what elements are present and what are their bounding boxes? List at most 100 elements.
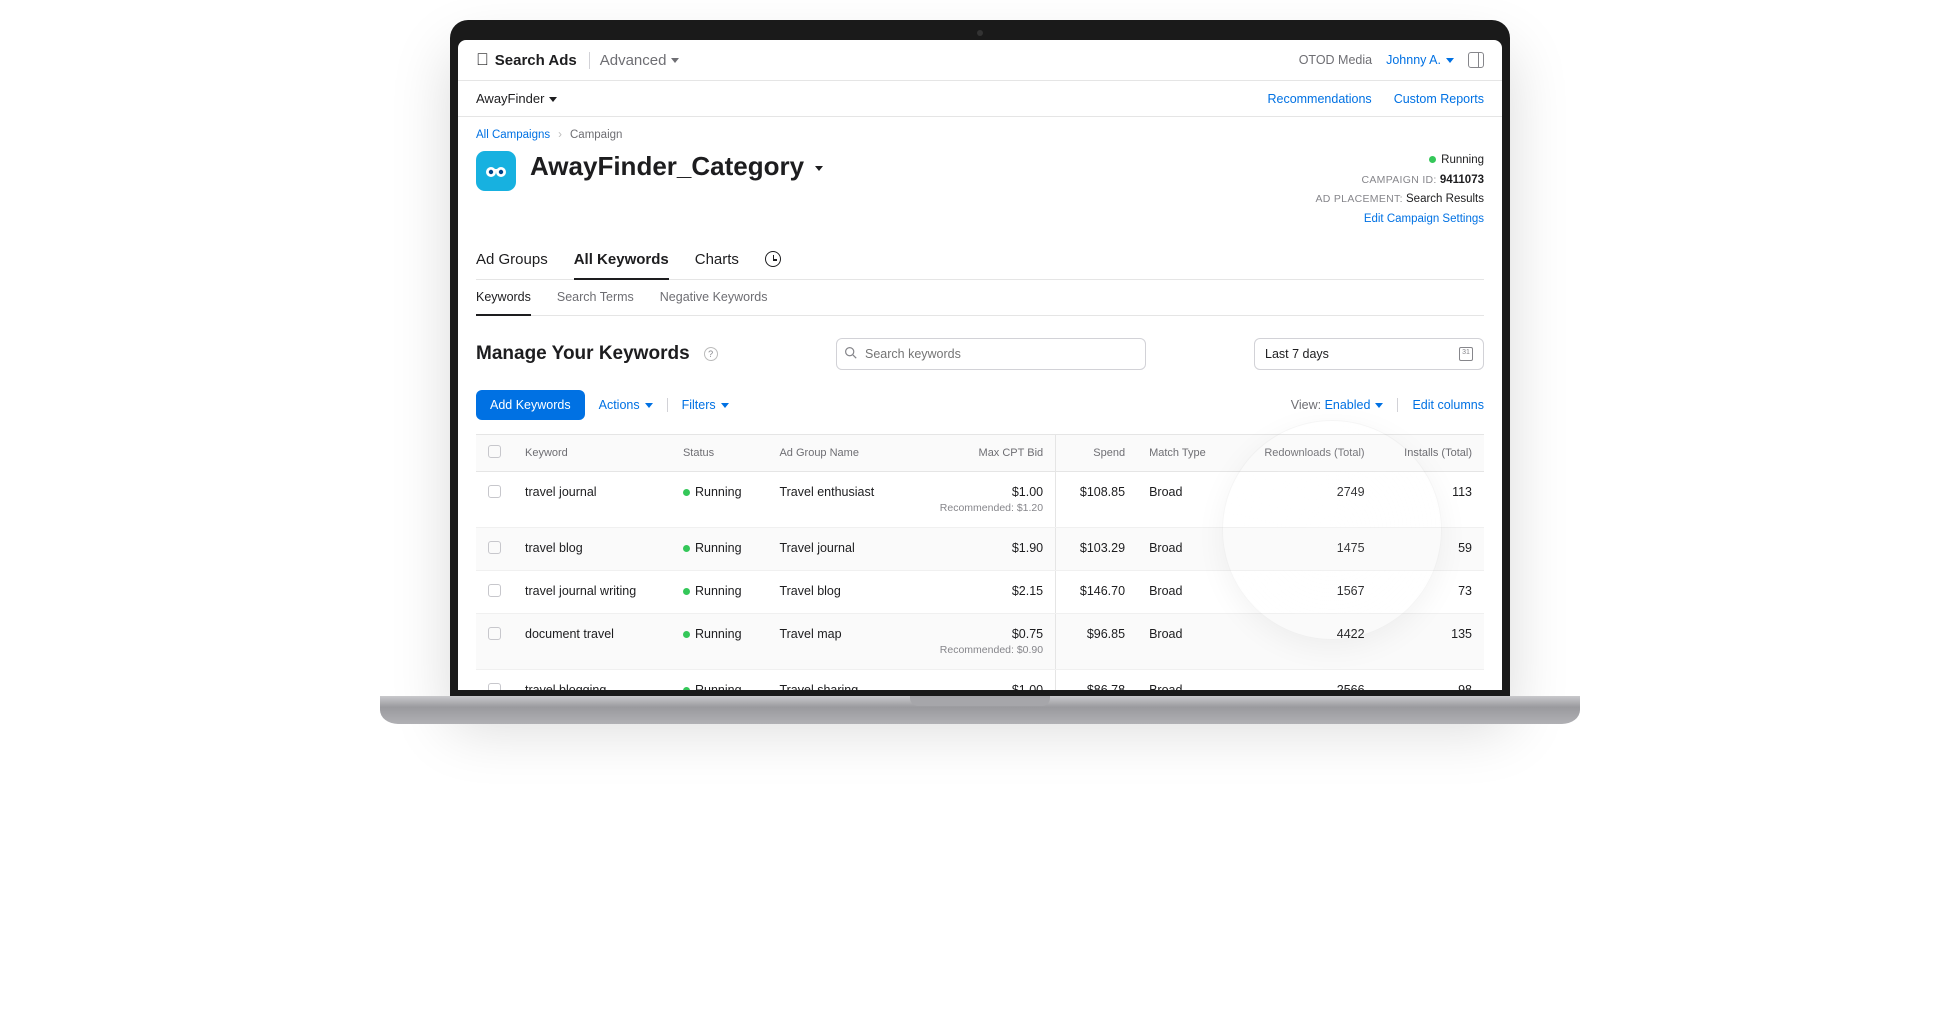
cell-keyword[interactable]: travel blog — [513, 528, 671, 571]
cell-maxcpt[interactable]: $1.00Recommended: $1.20 — [906, 472, 1055, 528]
filters-dropdown[interactable]: Filters — [682, 398, 729, 412]
cell-installs: 135 — [1377, 614, 1484, 670]
col-spend[interactable]: Spend — [1056, 435, 1137, 472]
cell-spend: $108.85 — [1056, 472, 1137, 528]
campaign-id: 9411073 — [1440, 174, 1484, 186]
app-icon — [476, 151, 516, 191]
row-checkbox[interactable] — [488, 683, 501, 690]
view-label: View: — [1291, 398, 1321, 412]
row-checkbox[interactable] — [488, 627, 501, 640]
cell-redownloads: 4422 — [1231, 614, 1376, 670]
section-title: Manage Your Keywords — [476, 343, 690, 365]
table-row: document travelRunningTravel map$0.75Rec… — [476, 614, 1484, 670]
recommended-bid: Recommended: $0.90 — [918, 644, 1043, 656]
cell-adgroup[interactable]: Travel enthusiast — [767, 472, 906, 528]
row-checkbox[interactable] — [488, 485, 501, 498]
add-keywords-button[interactable]: Add Keywords — [476, 390, 585, 420]
laptop-base — [380, 696, 1580, 724]
cell-spend: $86.78 — [1056, 670, 1137, 690]
cell-spend: $96.85 — [1056, 614, 1137, 670]
col-match[interactable]: Match Type — [1137, 435, 1231, 472]
table-row: travel bloggingRunningTravel sharing$1.0… — [476, 670, 1484, 690]
campaign-status: Running — [1441, 154, 1484, 166]
col-redownloads[interactable]: Redownloads (Total) — [1231, 435, 1376, 472]
cell-adgroup[interactable]: Travel blog — [767, 571, 906, 614]
org-name: OTOD Media — [1299, 53, 1372, 67]
help-icon[interactable]: ? — [704, 347, 718, 361]
col-adgroup[interactable]: Ad Group Name — [767, 435, 906, 472]
row-checkbox[interactable] — [488, 541, 501, 554]
cell-status: Running — [671, 670, 768, 690]
cell-maxcpt[interactable]: $1.90 — [906, 528, 1055, 571]
tab-all-keywords[interactable]: All Keywords — [574, 241, 669, 280]
campaign-id-label: CAMPAIGN ID: — [1361, 174, 1436, 186]
cell-maxcpt[interactable]: $2.15 — [906, 571, 1055, 614]
tab-ad-groups[interactable]: Ad Groups — [476, 241, 548, 279]
breadcrumb-all-campaigns[interactable]: All Campaigns — [476, 129, 550, 141]
edit-campaign-link[interactable]: Edit Campaign Settings — [1315, 210, 1484, 230]
col-installs[interactable]: Installs (Total) — [1377, 435, 1484, 472]
placement-value: Search Results — [1406, 193, 1484, 205]
top-bar:  Search Ads Advanced OTOD Media Johnny … — [458, 40, 1502, 81]
cell-installs: 73 — [1377, 571, 1484, 614]
table-row: travel blogRunningTravel journal$1.90$10… — [476, 528, 1484, 571]
cell-maxcpt[interactable]: $0.75Recommended: $0.90 — [906, 614, 1055, 670]
actions-dropdown[interactable]: Actions — [599, 398, 653, 412]
cell-installs: 113 — [1377, 472, 1484, 528]
campaign-title: AwayFinder_Category — [530, 151, 804, 182]
recommendations-link[interactable]: Recommendations — [1267, 92, 1371, 106]
subtab-keywords[interactable]: Keywords — [476, 280, 531, 316]
cell-adgroup[interactable]: Travel sharing — [767, 670, 906, 690]
sub-bar: AwayFinder Recommendations Custom Report… — [458, 81, 1502, 117]
cell-match: Broad — [1137, 670, 1231, 690]
cell-installs: 59 — [1377, 528, 1484, 571]
panel-toggle-icon[interactable] — [1468, 52, 1484, 68]
col-status[interactable]: Status — [671, 435, 768, 472]
account-dropdown[interactable]: AwayFinder — [476, 91, 557, 106]
select-all-checkbox[interactable] — [488, 445, 501, 458]
divider — [667, 398, 668, 412]
tab-charts[interactable]: Charts — [695, 241, 739, 279]
cell-status: Running — [671, 528, 768, 571]
recommended-bid: Recommended: $1.20 — [918, 502, 1043, 514]
cell-keyword[interactable]: document travel — [513, 614, 671, 670]
cell-status: Running — [671, 614, 768, 670]
brand-tier-dropdown[interactable]: Advanced — [589, 52, 680, 69]
status-dot-icon — [683, 631, 690, 638]
cell-adgroup[interactable]: Travel map — [767, 614, 906, 670]
custom-reports-link[interactable]: Custom Reports — [1394, 92, 1484, 106]
placement-label: AD PLACEMENT: — [1315, 193, 1402, 205]
camera-dot — [977, 30, 983, 36]
date-range-picker[interactable]: Last 7 days — [1254, 338, 1484, 370]
cell-adgroup[interactable]: Travel journal — [767, 528, 906, 571]
row-checkbox[interactable] — [488, 584, 501, 597]
breadcrumb: All Campaigns › Campaign — [476, 129, 1484, 141]
col-keyword[interactable]: Keyword — [513, 435, 671, 472]
edit-columns-link[interactable]: Edit columns — [1412, 398, 1484, 412]
cell-match: Broad — [1137, 472, 1231, 528]
cell-keyword[interactable]: travel blogging — [513, 670, 671, 690]
cell-keyword[interactable]: travel journal writing — [513, 571, 671, 614]
cell-maxcpt[interactable]: $1.00 — [906, 670, 1055, 690]
user-menu[interactable]: Johnny A. — [1386, 53, 1454, 67]
search-icon — [844, 346, 857, 362]
cell-redownloads: 2749 — [1231, 472, 1376, 528]
search-input[interactable] — [836, 338, 1146, 370]
tab-history[interactable] — [765, 241, 781, 279]
campaign-dropdown[interactable] — [810, 151, 823, 182]
cell-status: Running — [671, 472, 768, 528]
table-row: travel journal writingRunningTravel blog… — [476, 571, 1484, 614]
cell-spend: $146.70 — [1056, 571, 1137, 614]
date-range-value: Last 7 days — [1265, 347, 1329, 361]
cell-redownloads: 1567 — [1231, 571, 1376, 614]
brand-name: Search Ads — [495, 52, 577, 69]
subtab-negative-keywords[interactable]: Negative Keywords — [660, 280, 768, 315]
apple-logo-icon:  — [476, 50, 489, 70]
subtab-search-terms[interactable]: Search Terms — [557, 280, 634, 315]
view-dropdown[interactable]: Enabled — [1325, 398, 1384, 412]
cell-match: Broad — [1137, 528, 1231, 571]
col-maxcpt[interactable]: Max CPT Bid — [906, 435, 1055, 472]
history-icon — [765, 251, 781, 267]
cell-keyword[interactable]: travel journal — [513, 472, 671, 528]
divider — [1397, 398, 1398, 412]
